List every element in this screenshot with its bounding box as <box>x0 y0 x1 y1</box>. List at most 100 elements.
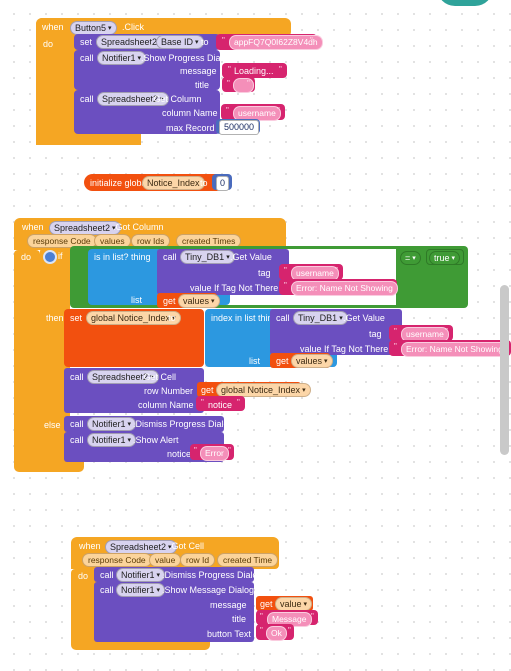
component-dropdown-button5[interactable]: Button5 ▾ <box>70 21 117 35</box>
index-in-list-list-label: list <box>249 356 260 366</box>
chevron-down-icon[interactable]: ▾ <box>157 587 161 594</box>
compare-operator-dropdown[interactable]: = ▾ <box>400 251 421 265</box>
arg-label-message: message <box>180 66 217 76</box>
chevron-down-icon[interactable]: ▾ <box>195 39 199 46</box>
chevron-down-icon[interactable]: ▾ <box>452 255 456 262</box>
chevron-down-icon[interactable]: ▾ <box>302 387 306 394</box>
event-param-value-cell[interactable]: value <box>149 553 182 567</box>
method-name-show-message-dialog: .Show Message Dialog <box>162 585 255 595</box>
text-ok-value[interactable]: Ok <box>266 626 287 641</box>
initialize-global-keyword: initialize global <box>90 178 149 188</box>
quote-right-icon: " <box>311 612 314 621</box>
variable-dropdown-values-2[interactable]: values ▾ <box>291 354 333 368</box>
if-keyword: if <box>58 251 63 261</box>
call-component-dropdown-notifier1[interactable]: Notifier1 ▾ <box>97 51 147 65</box>
logic-true-dropdown[interactable]: true ▾ <box>429 251 461 265</box>
text-fallback-1-value[interactable]: Error: Name Not Showing <box>291 281 398 296</box>
variable-dropdown-global-notice-index[interactable]: global Notice_Index ▾ <box>216 383 311 397</box>
quote-right-icon: " <box>279 65 282 74</box>
quote-left-icon: " <box>394 327 397 336</box>
arg-label-max-record: max Record <box>166 123 215 133</box>
quote-left-icon: " <box>227 79 230 88</box>
number-zero-field[interactable]: 0 <box>216 176 230 191</box>
call-keyword-show-message-dialog: call <box>100 585 114 595</box>
index-in-list-thing-label: index in list thing <box>211 313 278 323</box>
variable-dropdown-values-1[interactable]: values ▾ <box>178 294 220 308</box>
component-dropdown-notifier1-show-message-dialog[interactable]: Notifier1 ▾ <box>116 583 166 597</box>
quote-right-icon: " <box>445 327 448 336</box>
quote-left-icon: " <box>222 36 225 45</box>
chevron-down-icon[interactable]: ▾ <box>211 298 215 305</box>
call-keyword-dismiss-cell: call <box>100 570 114 580</box>
event-param-response-code-cell[interactable]: response Code <box>82 553 152 567</box>
chevron-down-icon[interactable]: ▾ <box>108 25 112 32</box>
arg-label-tag-2: tag <box>369 329 382 339</box>
blocks-workspace[interactable]: when Button5 ▾ .Click do set Spreadsheet2… <box>0 0 511 671</box>
arg-label-message-cell: message <box>210 600 247 610</box>
quote-right-icon: " <box>228 446 231 455</box>
when-keyword-got-cell: when <box>79 541 101 551</box>
text-title-empty-value[interactable] <box>233 78 254 93</box>
quote-left-icon: " <box>284 266 287 275</box>
set-property-dropdown[interactable]: Base ID ▾ <box>156 35 204 49</box>
quote-right-icon: " <box>247 79 250 88</box>
global-variable-dropdown-notice-index[interactable]: global Notice_Index ▾ <box>86 311 181 325</box>
chevron-down-icon[interactable]: ▾ <box>304 601 308 608</box>
chevron-down-icon[interactable]: ▾ <box>128 421 132 428</box>
arg-label-row-number: row Number <box>144 386 194 396</box>
get-keyword-values-2: get <box>276 356 289 366</box>
event-name-got-cell: .Got Cell <box>169 541 205 551</box>
text-baseid-value[interactable]: appFQ7Q0I62Z8V4dh <box>229 35 323 50</box>
quote-left-icon: " <box>394 342 397 351</box>
quote-right-icon: " <box>277 106 280 115</box>
component-dropdown-notifier1-show-alert[interactable]: Notifier1 ▾ <box>87 433 137 447</box>
method-name-get-cell: .Get Cell <box>141 372 177 382</box>
set-to-keyword: to <box>201 37 209 47</box>
chevron-down-icon[interactable]: ▾ <box>157 572 161 579</box>
text-error-value[interactable]: Error <box>200 446 229 461</box>
event-param-created-time-cell[interactable]: created Time <box>217 553 279 567</box>
quote-right-icon: " <box>237 398 240 407</box>
do-keyword-button5: do <box>43 39 54 49</box>
method-name-dismiss-progress-dialog-else: .Dismiss Progress Dialog <box>133 419 234 429</box>
chevron-down-icon[interactable]: ▾ <box>128 437 132 444</box>
chevron-down-icon[interactable]: ▾ <box>324 358 328 365</box>
when-keyword-got-column: when <box>22 222 44 232</box>
quote-left-icon: " <box>228 65 231 74</box>
quote-right-icon: " <box>310 36 313 45</box>
number-max-record-field[interactable]: 500000 <box>219 120 260 135</box>
mutator-gear-icon[interactable] <box>43 250 57 264</box>
arg-label-column-name-cell: column Name <box>138 400 194 410</box>
component-dropdown-notifier1-dismiss-else[interactable]: Notifier1 ▾ <box>87 417 137 431</box>
component-dropdown-spreadsheet2-got-cell[interactable]: Spreadsheet2 ▾ <box>105 540 177 554</box>
call-keyword-tinydb1-2: call <box>276 313 290 323</box>
vertical-scrollbar[interactable] <box>500 285 509 455</box>
event-block-foot <box>36 134 141 145</box>
event-name-click: .Click <box>122 22 144 32</box>
call-keyword-dismiss-else: call <box>70 419 84 429</box>
component-dropdown-tinydb1-2[interactable]: Tiny_DB1 ▾ <box>293 311 348 325</box>
quote-left-icon: " <box>260 612 263 621</box>
set-keyword: set <box>80 37 93 47</box>
event-param-row-id-cell[interactable]: row Id <box>180 553 216 567</box>
text-fallback-2-value[interactable]: Error: Name Not Showing <box>401 342 508 357</box>
component-dropdown-spreadsheet2-got-column[interactable]: Spreadsheet2 ▾ <box>49 221 121 235</box>
quote-right-icon: " <box>288 626 291 635</box>
text-notice-value[interactable]: notice <box>208 400 232 411</box>
method-name-get-value-1: .Get Value <box>230 252 272 262</box>
global-variable-name-field[interactable]: Notice_Index <box>142 176 205 190</box>
is-in-list-thing-label: is in list? thing <box>94 252 151 262</box>
arg-label-title-cell: title <box>232 614 247 624</box>
do-keyword-got-column: do <box>21 252 32 262</box>
variable-dropdown-value[interactable]: value ▾ <box>275 597 313 611</box>
component-dropdown-tinydb1-1[interactable]: Tiny_DB1 ▾ <box>180 250 235 264</box>
text-loading-value[interactable]: Loading... <box>234 66 274 77</box>
method-name-get-column: .Get Column <box>151 94 202 104</box>
method-name-show-alert: .Show Alert <box>133 435 179 445</box>
get-keyword-value: get <box>260 599 273 609</box>
arg-label-button-text: button Text <box>207 629 251 639</box>
quote-left-icon: " <box>201 398 204 407</box>
chevron-down-icon[interactable]: ▾ <box>412 255 416 262</box>
call-keyword-get-cell: call <box>70 372 84 382</box>
component-dropdown-notifier1-dismiss-cell[interactable]: Notifier1 ▾ <box>116 568 166 582</box>
